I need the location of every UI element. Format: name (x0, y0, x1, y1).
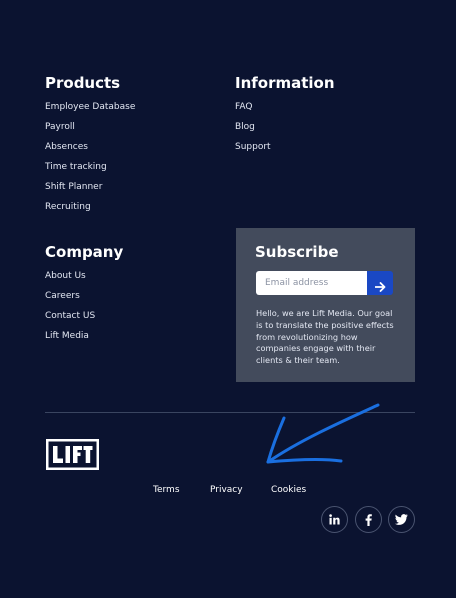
link-lift-media[interactable]: Lift Media (45, 331, 89, 341)
list-item[interactable]: Payroll (45, 122, 135, 133)
list-item[interactable]: Contact US (45, 311, 123, 322)
twitter-button[interactable] (388, 506, 415, 533)
column-title-products: Products (45, 74, 121, 92)
footer-divider (45, 412, 415, 413)
subscribe-title: Subscribe (255, 243, 339, 261)
subscribe-panel: Subscribe Hello, we are Lift Media. Our … (236, 228, 415, 382)
link-recruiting[interactable]: Recruiting (45, 202, 91, 212)
terms-link[interactable]: Terms (153, 484, 180, 496)
list-item[interactable]: Lift Media (45, 331, 123, 342)
privacy-link[interactable]: Privacy (210, 484, 243, 496)
link-blog[interactable]: Blog (235, 122, 255, 132)
twitter-icon (395, 514, 408, 525)
footer-column-products: Products Employee Database Payroll Absen… (45, 73, 135, 213)
company-link-list: About Us Careers Contact US Lift Media (45, 271, 123, 342)
information-link-list: FAQ Blog Support (235, 102, 335, 153)
list-item[interactable]: About Us (45, 271, 123, 282)
list-item[interactable]: Absences (45, 142, 135, 153)
link-absences[interactable]: Absences (45, 142, 88, 152)
column-title-company: Company (45, 243, 124, 261)
products-link-list: Employee Database Payroll Absences Time … (45, 102, 135, 213)
link-contact-us[interactable]: Contact US (45, 311, 95, 321)
list-item[interactable]: FAQ (235, 102, 335, 113)
linkedin-button[interactable] (321, 506, 348, 533)
link-support[interactable]: Support (235, 142, 271, 152)
facebook-button[interactable] (355, 506, 382, 533)
link-careers[interactable]: Careers (45, 291, 80, 301)
link-shift-planner[interactable]: Shift Planner (45, 182, 102, 192)
facebook-icon (365, 513, 372, 526)
link-faq[interactable]: FAQ (235, 102, 252, 112)
link-about-us[interactable]: About Us (45, 271, 86, 281)
list-item[interactable]: Support (235, 142, 335, 153)
linkedin-icon (329, 514, 340, 525)
link-time-tracking[interactable]: Time tracking (45, 162, 107, 172)
lift-logo-mark (46, 439, 99, 470)
arrow-right-icon (374, 281, 385, 292)
email-input[interactable] (256, 271, 368, 295)
link-payroll[interactable]: Payroll (45, 122, 75, 132)
list-item[interactable]: Recruiting (45, 202, 135, 213)
lift-logo[interactable] (46, 439, 99, 470)
column-title-information: Information (235, 74, 335, 92)
list-item[interactable]: Shift Planner (45, 182, 135, 193)
footer-column-company: Company About Us Careers Contact US Lift… (45, 242, 123, 342)
footer-column-information: Information FAQ Blog Support (235, 73, 335, 153)
subscribe-submit-button[interactable] (367, 271, 393, 295)
cookies-link[interactable]: Cookies (271, 484, 306, 496)
link-employee-database[interactable]: Employee Database (45, 102, 135, 112)
list-item[interactable]: Employee Database (45, 102, 135, 113)
about-text: Hello, we are Lift Media. Our goal is to… (256, 308, 394, 366)
list-item[interactable]: Time tracking (45, 162, 135, 173)
list-item[interactable]: Careers (45, 291, 123, 302)
list-item[interactable]: Blog (235, 122, 335, 133)
